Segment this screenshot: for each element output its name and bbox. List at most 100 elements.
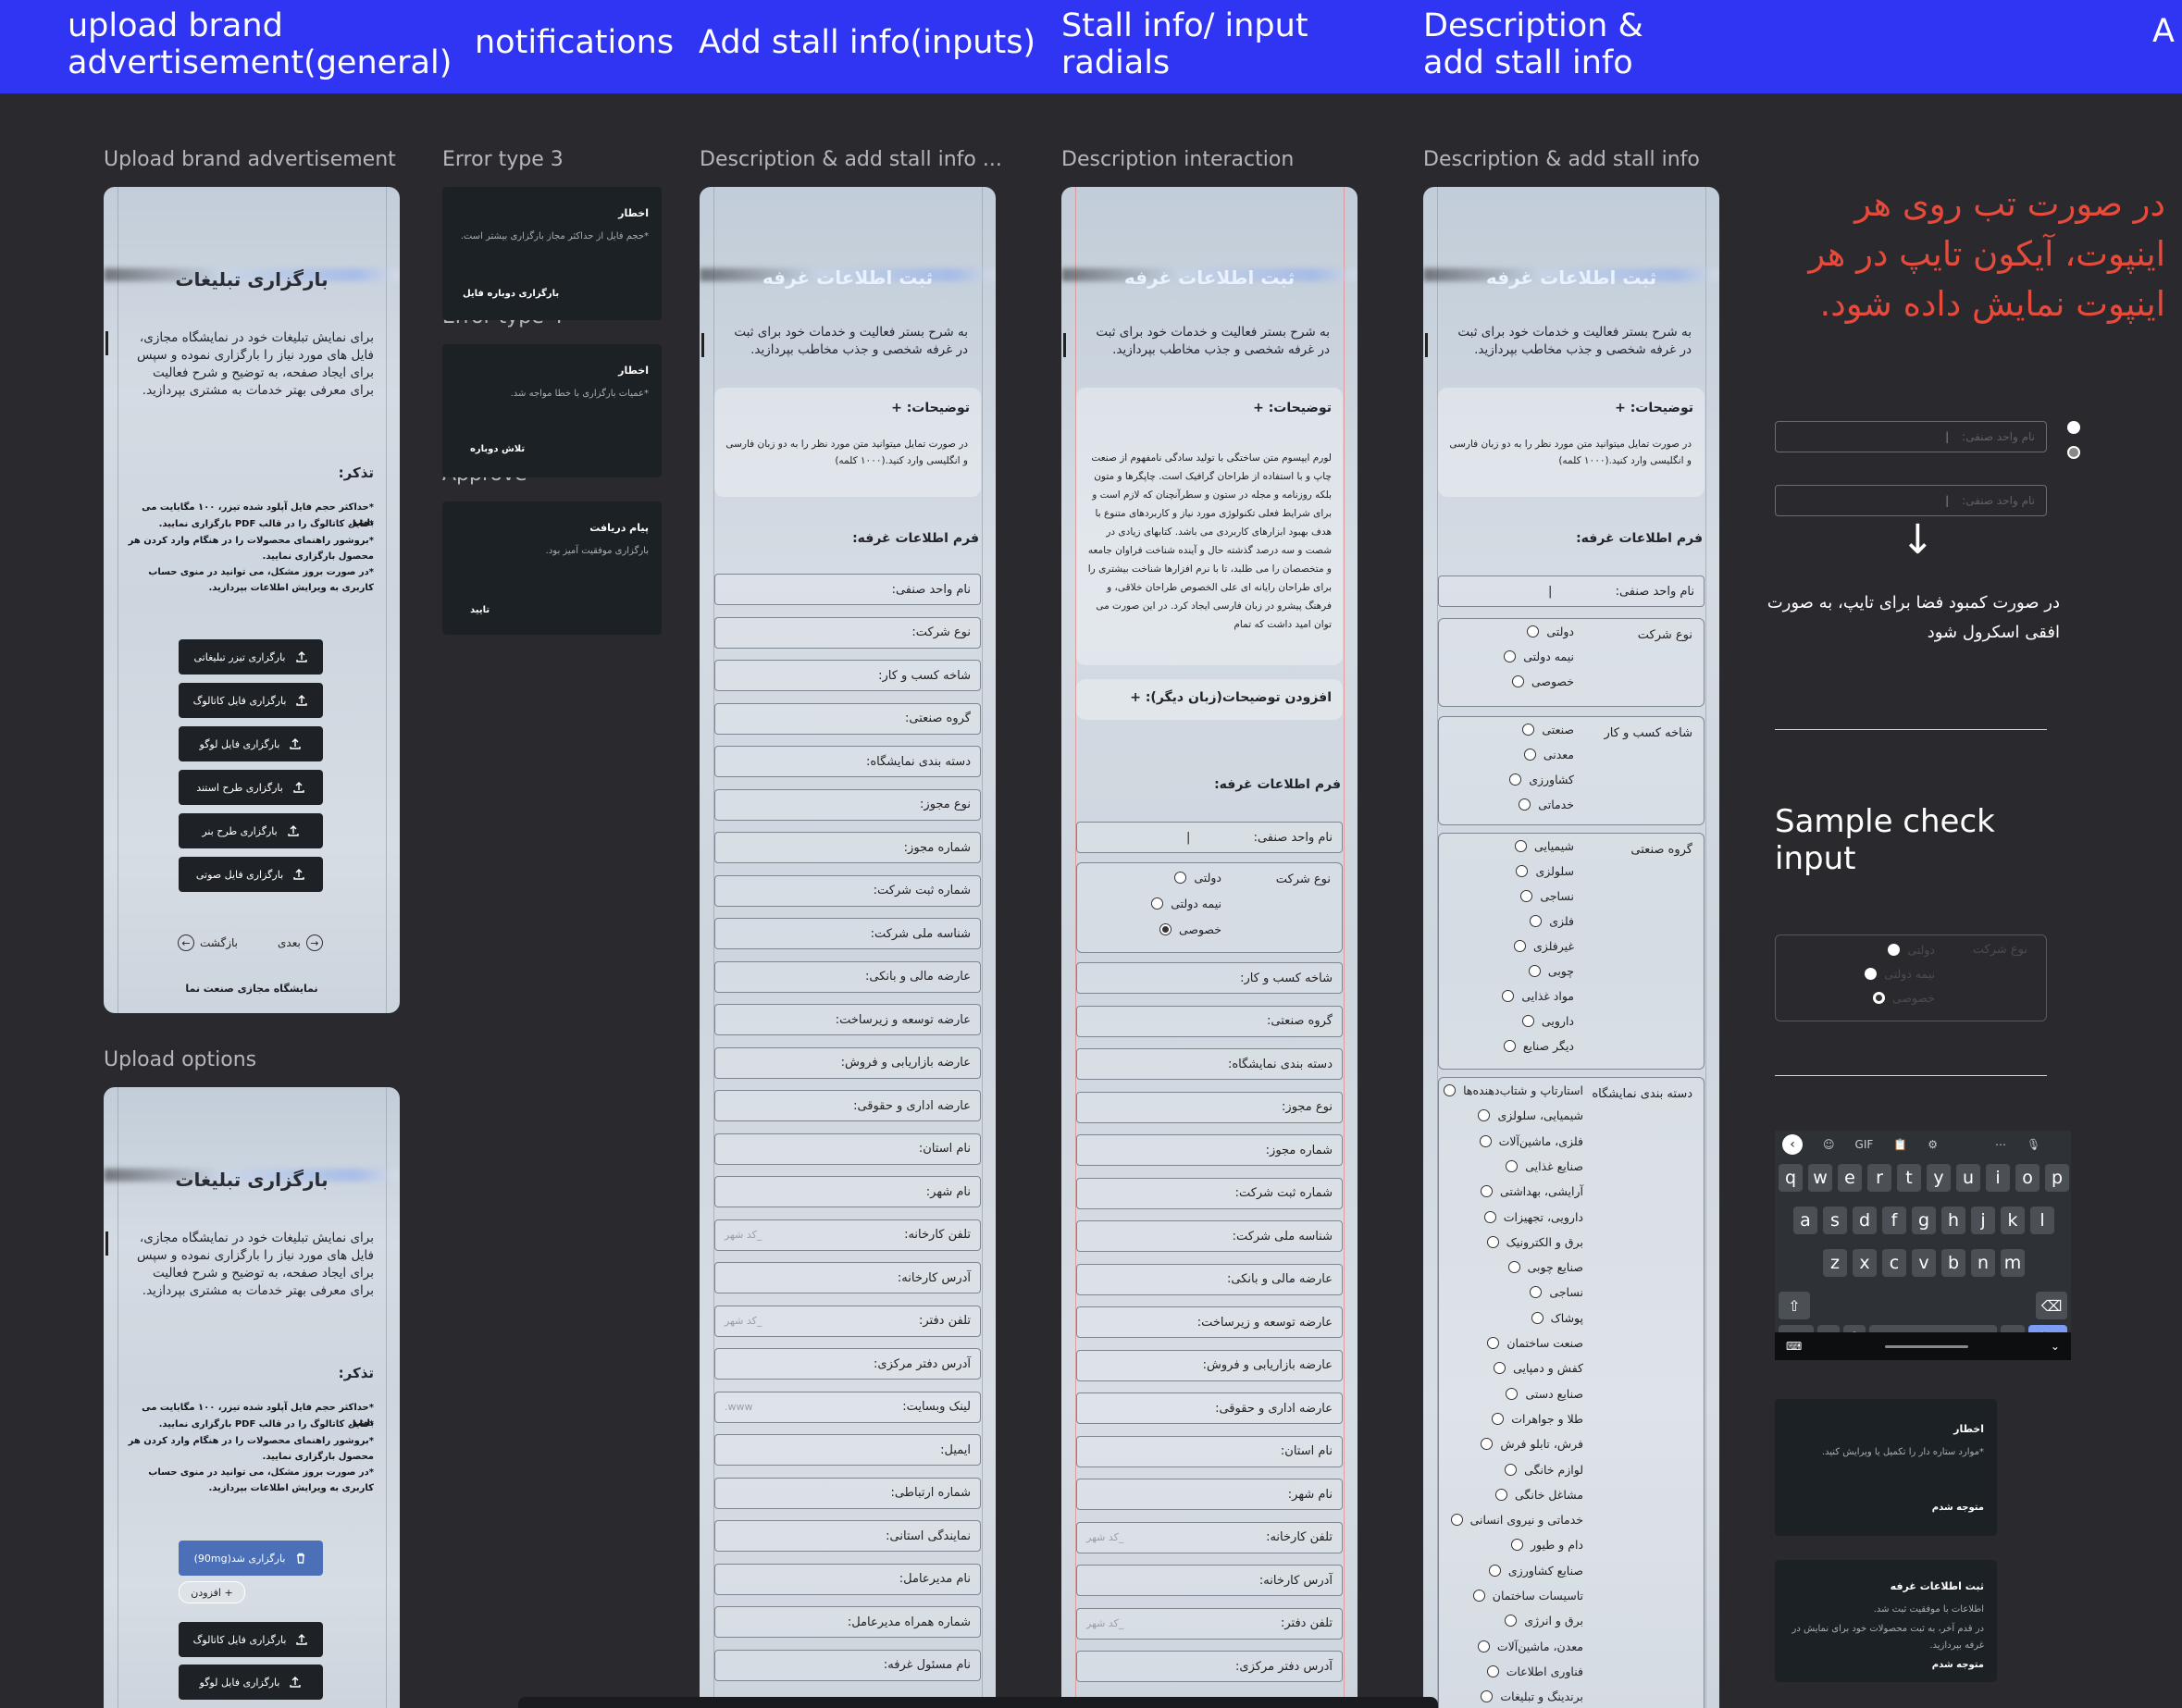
radio-button[interactable] xyxy=(1865,968,1878,980)
radio-option[interactable]: دولتی xyxy=(1174,871,1221,885)
radio-button[interactable] xyxy=(1519,798,1531,811)
radio-option[interactable]: لوازم خانگی xyxy=(1505,1463,1583,1477)
key-z[interactable]: z xyxy=(1823,1249,1847,1277)
radio-button[interactable] xyxy=(1506,1387,1519,1400)
mic-off-icon[interactable]: 🎙 xyxy=(2027,1138,2040,1151)
more-icon[interactable]: ⋯ xyxy=(1995,1138,2006,1151)
radio-button[interactable] xyxy=(1506,1159,1519,1172)
upload-catalog-button[interactable]: بارگزاری فایل کاتالوگ xyxy=(179,683,323,718)
key-u[interactable]: u xyxy=(1956,1164,1980,1192)
form-field[interactable]: شاخه کسب و کار: xyxy=(714,660,981,691)
form-field[interactable]: آدرس کارخانه: xyxy=(1076,1565,1343,1596)
radio-option[interactable]: دیگر صنایع xyxy=(1503,1039,1574,1053)
form-field[interactable]: نام استان: xyxy=(1076,1435,1343,1467)
radio-button[interactable] xyxy=(1888,944,1901,956)
radio-button[interactable] xyxy=(1531,1311,1544,1324)
radio-button[interactable] xyxy=(1515,840,1528,852)
radio-button[interactable] xyxy=(1872,992,1885,1004)
key-d[interactable]: d xyxy=(1853,1207,1877,1234)
key-q[interactable]: q xyxy=(1779,1164,1803,1192)
radio-button[interactable] xyxy=(1523,749,1536,761)
radio-button[interactable] xyxy=(1479,1134,1492,1147)
form-field[interactable]: تلفن کارخانه: _کد شهر xyxy=(714,1219,981,1251)
radio-option[interactable]: چوبی xyxy=(1528,964,1574,978)
shift-key[interactable]: ⇧ xyxy=(1779,1292,1810,1319)
description-card-expanded[interactable]: توضیحات: + لورم ایپسوم متن ساختگی با تول… xyxy=(1076,388,1343,665)
bottom-scrollbar[interactable] xyxy=(518,1697,1438,1708)
backspace-key[interactable]: ⌫ xyxy=(2036,1292,2067,1319)
radio-option[interactable]: آرایشی، بهداشتی xyxy=(1481,1184,1583,1198)
field-business-unit[interactable]: نام واحد صنفی: | xyxy=(1076,822,1343,853)
radio-option[interactable]: صنایع دستی xyxy=(1506,1387,1583,1401)
key-s[interactable]: s xyxy=(1823,1207,1847,1234)
radio-button[interactable] xyxy=(1505,1463,1518,1476)
upload-logo-button[interactable]: بارگزاری فایل لوگو xyxy=(179,726,323,761)
radio-option[interactable]: شیمیایی، سلولزی xyxy=(1478,1108,1583,1122)
back-button[interactable]: ← بازگشت xyxy=(178,934,238,951)
radio-option[interactable]: خصوصی xyxy=(1872,991,1935,1005)
form-field[interactable]: گروه صنعتی: xyxy=(714,702,981,735)
plus-icon[interactable]: + xyxy=(1130,690,1141,705)
form-field[interactable]: عارضه مالی و بانکی: xyxy=(714,960,981,993)
radio-option[interactable]: نساجی xyxy=(1530,1285,1583,1299)
uploaded-teaser-button[interactable]: بارگزاری شد(90mg) xyxy=(179,1541,323,1576)
got-it-button[interactable]: متوجه شدم xyxy=(1932,1503,1984,1513)
form-field[interactable]: شماره مجوز: xyxy=(1076,1134,1343,1166)
form-field[interactable]: نام شهر: xyxy=(1076,1479,1343,1510)
add-more-button[interactable]: افزودن + xyxy=(179,1581,245,1603)
form-field[interactable]: نوع مجوز: xyxy=(714,788,981,821)
radio-button[interactable] xyxy=(1511,675,1524,687)
radio-button[interactable] xyxy=(1516,865,1529,877)
radio-button[interactable] xyxy=(1528,965,1541,977)
form-field[interactable]: شماره همراه مدیرعامل: xyxy=(714,1606,981,1638)
key-p[interactable]: p xyxy=(2045,1164,2069,1192)
confirm-button[interactable]: تایید xyxy=(470,605,490,615)
radio-option[interactable]: فرش، تابلو فرش xyxy=(1481,1437,1583,1451)
form-field[interactable]: نوع مجوز: xyxy=(1076,1091,1343,1123)
radio-option[interactable]: مواد غذایی xyxy=(1502,989,1574,1003)
key-a[interactable]: a xyxy=(1793,1207,1817,1234)
key-c[interactable]: c xyxy=(1882,1249,1906,1277)
radio-option[interactable]: شیمیایی xyxy=(1515,839,1574,853)
radio-button[interactable] xyxy=(1507,1261,1520,1274)
radio-option[interactable]: نیمه دولتی xyxy=(1504,650,1574,663)
key-g[interactable]: g xyxy=(1912,1207,1936,1234)
radio-option[interactable]: صنعتی xyxy=(1522,723,1574,736)
gif-button[interactable]: GIF xyxy=(1855,1138,1874,1151)
key-v[interactable]: v xyxy=(1912,1249,1936,1277)
radio-option[interactable]: سلولزی xyxy=(1516,864,1574,878)
gear-icon[interactable]: ⚙ xyxy=(1928,1138,1938,1151)
form-field[interactable]: عارضه توسعه و زیرساخت: xyxy=(1076,1306,1343,1338)
radio-option[interactable]: فلزی، ماشین‌آلات xyxy=(1479,1134,1583,1148)
form-field[interactable]: تلفن کارخانه: _کد شهر xyxy=(1076,1521,1343,1553)
form-field[interactable]: نام استان: xyxy=(714,1132,981,1165)
key-b[interactable]: b xyxy=(1941,1249,1965,1277)
radio-option[interactable]: نساجی xyxy=(1520,889,1574,903)
upload-logo-button[interactable]: بارگزاری فایل لوگو xyxy=(179,1665,323,1700)
key-w[interactable]: w xyxy=(1808,1164,1832,1192)
form-field[interactable]: آدرس کارخانه: xyxy=(714,1262,981,1293)
radio-button[interactable] xyxy=(1509,774,1522,786)
key-e[interactable]: e xyxy=(1838,1164,1862,1192)
got-it-button[interactable]: متوجه شدم xyxy=(1932,1660,1984,1670)
description-card[interactable]: توضیحات: + در صورت تمایل میتوانید متن مو… xyxy=(714,388,981,497)
key-n[interactable]: n xyxy=(1971,1249,1995,1277)
radio-button[interactable] xyxy=(1504,650,1517,662)
form-field[interactable]: عارضه توسعه و زیرساخت: xyxy=(714,1004,981,1035)
radio-option[interactable]: خدماتی xyxy=(1519,798,1574,811)
description-text[interactable]: لورم ایپسوم متن ساختگی با تولید سادگی نا… xyxy=(1087,449,1332,634)
sample-input-2[interactable]: نام واحد صنفی: | xyxy=(1775,485,2047,516)
radio-option[interactable]: دولتی xyxy=(1888,943,1935,957)
form-field[interactable]: عارضه اداری و حقوقی: xyxy=(1076,1392,1343,1424)
form-field[interactable]: نام واحد صنفی: xyxy=(714,574,981,605)
next-button[interactable]: بعدی → xyxy=(278,934,323,951)
radio-button[interactable] xyxy=(1483,1210,1496,1223)
radio-option[interactable]: دام و طیور xyxy=(1511,1538,1583,1552)
radio-option[interactable]: پوشاک xyxy=(1531,1311,1583,1325)
form-field[interactable]: نام مسئول غرفه: xyxy=(714,1649,981,1681)
plus-icon[interactable]: + xyxy=(1615,401,1626,415)
add-other-language-card[interactable]: افزودن توضیحات(زبان دیگر): + xyxy=(1076,679,1343,720)
form-field[interactable]: عارضه بازاریابی و فروش: xyxy=(714,1046,981,1079)
form-field[interactable]: نام شهر: xyxy=(714,1176,981,1207)
clipboard-icon[interactable]: 📋 xyxy=(1893,1138,1907,1151)
